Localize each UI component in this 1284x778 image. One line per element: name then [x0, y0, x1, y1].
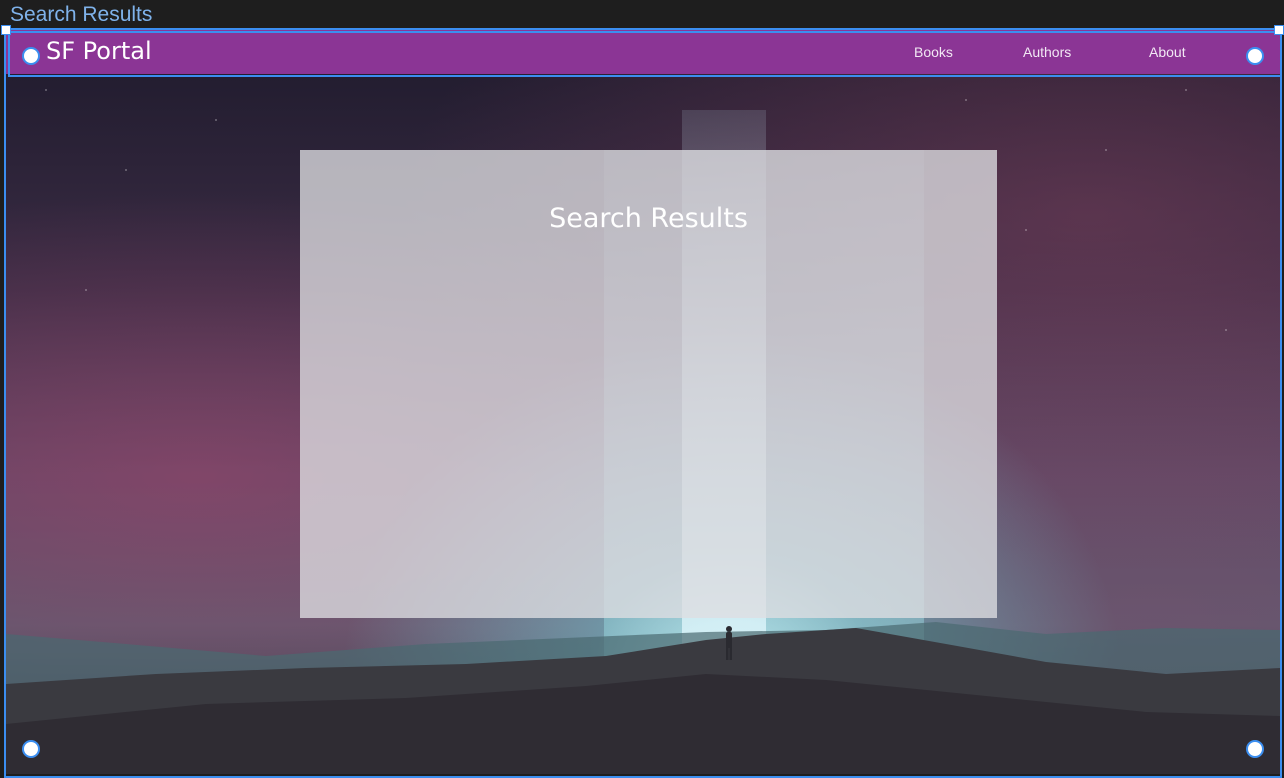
- radius-handle-top-right[interactable]: [1246, 47, 1264, 65]
- resize-handle-top-right[interactable]: [1274, 25, 1284, 35]
- resize-handle-top-left[interactable]: [1, 25, 11, 35]
- page-canvas: SF Portal Books Authors About Search Res…: [6, 30, 1280, 774]
- person-silhouette: [726, 626, 732, 660]
- nav-link-about[interactable]: About: [1149, 43, 1186, 61]
- hills-silhouette: [6, 622, 1280, 774]
- radius-handle-bottom-left[interactable]: [22, 740, 40, 758]
- frame-title[interactable]: Search Results: [10, 2, 152, 28]
- nav-link-authors[interactable]: Authors: [1023, 43, 1071, 61]
- radius-handle-bottom-right[interactable]: [1246, 740, 1264, 758]
- radius-handle-top-left[interactable]: [22, 47, 40, 65]
- brand-logo[interactable]: SF Portal: [46, 36, 152, 66]
- nav-link-books[interactable]: Books: [914, 43, 953, 61]
- search-results-panel: Search Results: [300, 150, 997, 618]
- top-navbar: SF Portal Books Authors About: [6, 30, 1280, 74]
- page-title: Search Results: [549, 203, 748, 234]
